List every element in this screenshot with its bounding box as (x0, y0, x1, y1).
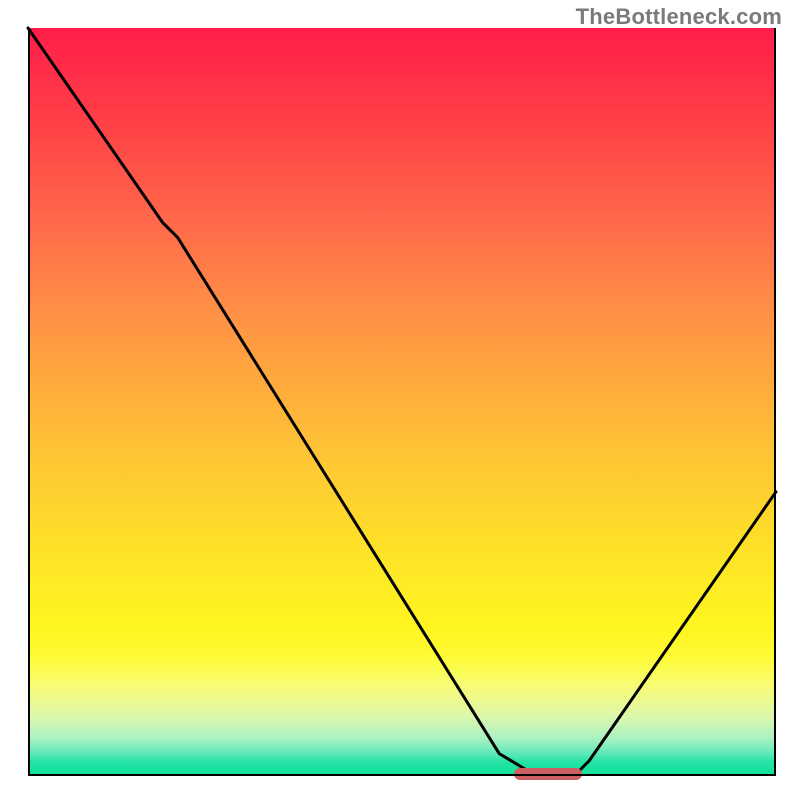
optimal-range-marker (514, 768, 581, 780)
chart-container: TheBottleneck.com (0, 0, 800, 800)
curve-svg (28, 28, 776, 776)
attribution-text: TheBottleneck.com (576, 4, 782, 30)
bottleneck-curve (28, 28, 776, 776)
plot-area (28, 28, 776, 776)
